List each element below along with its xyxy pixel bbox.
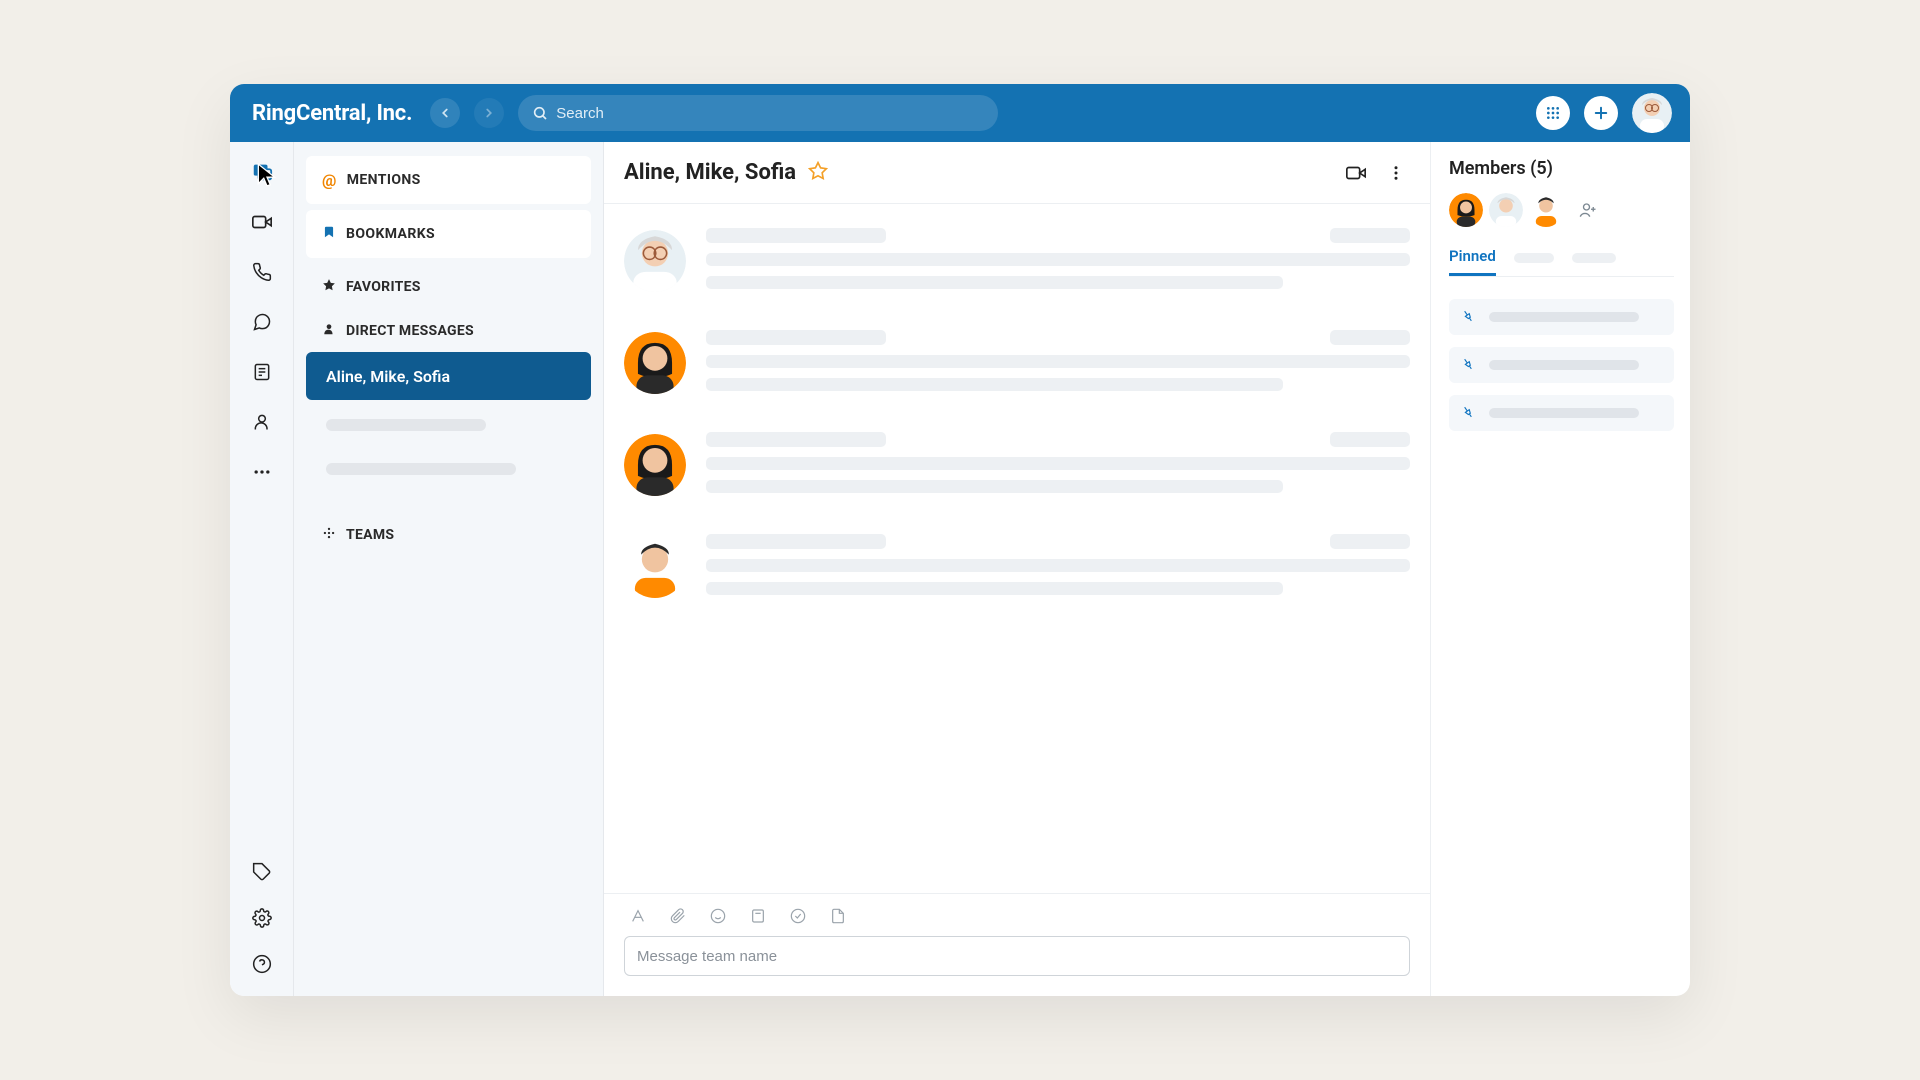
pinned-item[interactable] [1449,395,1674,431]
sidebar: @ MENTIONS BOOKMARKS FAVORITES DIRECT [294,142,604,996]
sidebar-mentions[interactable]: @ MENTIONS [306,156,591,204]
message-avatar [624,434,686,496]
teams-icon [322,526,336,544]
message-avatar [624,230,686,292]
compose-attach-icon[interactable] [670,908,688,926]
chat-title: Aline, Mike, Sofia [624,160,796,185]
search-input[interactable] [556,105,984,122]
star-icon [322,278,336,296]
app-window: RingCentral, Inc. [230,84,1690,996]
members-title: Members (5) [1449,158,1674,179]
rail-tasks-icon[interactable] [246,356,278,388]
compose-task-icon[interactable] [790,908,808,926]
member-avatar[interactable] [1489,193,1523,227]
rail-phone-icon[interactable] [246,256,278,288]
message-avatar [624,536,686,598]
teams-section[interactable]: TEAMS [306,512,591,550]
video-call-button[interactable] [1342,159,1370,187]
members-panel: Members (5) Pinned [1430,142,1690,996]
nav-rail [230,142,294,996]
dialpad-button[interactable] [1536,96,1570,130]
search-bar[interactable] [518,95,998,131]
compose-emoji-icon[interactable] [710,908,728,926]
pin-icon [1461,308,1475,327]
compose-file-icon[interactable] [830,908,848,926]
profile-avatar[interactable] [1632,93,1672,133]
compose-note-icon[interactable] [750,908,768,926]
favorites-label: FAVORITES [346,279,421,295]
chat-header: Aline, Mike, Sofia [604,142,1430,204]
search-icon [532,105,548,121]
rail-text-icon[interactable] [246,306,278,338]
message-item [624,432,1410,496]
dm-conversation-label: Aline, Mike, Sofia [326,367,450,386]
direct-messages-section[interactable]: DIRECT MESSAGES [306,308,591,346]
pin-icon [1461,404,1475,423]
tab-placeholder [1572,253,1616,263]
favorite-star-icon[interactable] [808,161,828,185]
app-header: RingCentral, Inc. [230,84,1690,142]
rail-video-icon[interactable] [246,206,278,238]
rail-help-icon[interactable] [246,948,278,980]
message-item [624,330,1410,394]
dm-conversation-item[interactable]: Aline, Mike, Sofia [306,352,591,400]
brand-title: RingCentral, Inc. [252,101,412,126]
compose-area [604,893,1430,996]
members-row [1449,193,1674,227]
compose-toolbar [624,904,1410,936]
app-body: @ MENTIONS BOOKMARKS FAVORITES DIRECT [230,142,1690,996]
member-avatar[interactable] [1449,193,1483,227]
message-item [624,228,1410,292]
nav-back-button[interactable] [430,98,460,128]
bookmark-icon [322,225,336,243]
rail-settings-icon[interactable] [246,902,278,934]
sidebar-bookmarks[interactable]: BOOKMARKS [306,210,591,258]
pinned-tab[interactable]: Pinned [1449,247,1496,276]
tab-placeholder [1514,253,1554,263]
compose-format-icon[interactable] [630,908,648,926]
compose-input-box[interactable] [624,936,1410,976]
rail-apps-icon[interactable] [246,856,278,888]
rail-message-icon[interactable] [246,156,278,188]
rail-more-icon[interactable] [246,456,278,488]
member-avatar[interactable] [1529,193,1563,227]
dm-placeholder [306,406,591,444]
at-icon: @ [322,171,337,190]
message-avatar [624,332,686,394]
pinned-item[interactable] [1449,347,1674,383]
bookmarks-label: BOOKMARKS [346,226,435,242]
nav-forward-button[interactable] [474,98,504,128]
person-icon [322,322,336,340]
dm-placeholder [306,450,591,488]
direct-messages-label: DIRECT MESSAGES [346,323,474,339]
pinned-item[interactable] [1449,299,1674,335]
message-list [604,204,1430,893]
teams-label: TEAMS [346,527,394,543]
rail-contacts-icon[interactable] [246,406,278,438]
new-button[interactable] [1584,96,1618,130]
mentions-label: MENTIONS [347,172,421,188]
chat-more-button[interactable] [1382,159,1410,187]
add-member-button[interactable] [1573,195,1603,225]
panel-tabs: Pinned [1449,247,1674,277]
pinned-list [1449,299,1674,431]
pin-icon [1461,356,1475,375]
chat-area: Aline, Mike, Sofia [604,142,1430,996]
favorites-section[interactable]: FAVORITES [306,264,591,302]
message-item [624,534,1410,598]
compose-input[interactable] [637,948,1397,965]
